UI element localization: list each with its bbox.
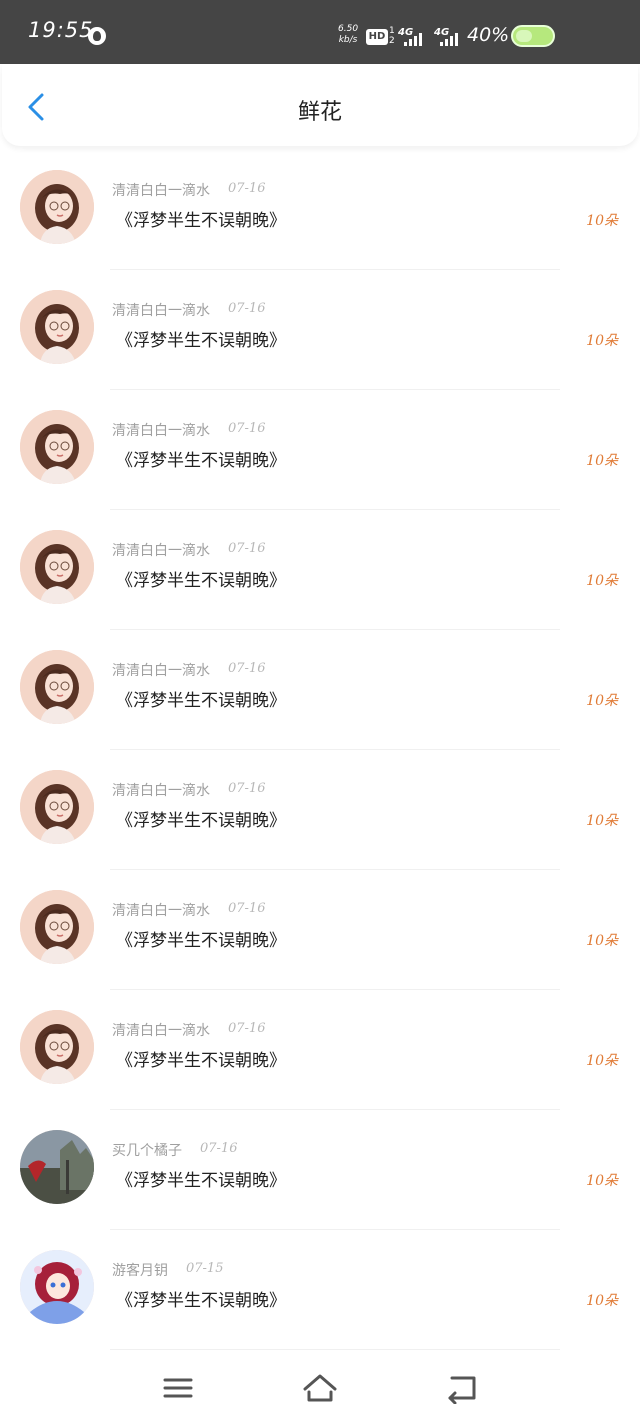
- post-date: 07-16: [228, 781, 266, 796]
- network-type-2: 4G: [434, 27, 450, 38]
- menu-icon: [163, 1378, 193, 1398]
- post-date: 07-16: [228, 901, 266, 916]
- list-item[interactable]: 清清白白一滴水 07-16 《浮梦半生不误朝晚》 10朵: [0, 630, 640, 750]
- user-name[interactable]: 清清白白一滴水: [112, 1020, 210, 1040]
- network-type-1: 4G: [398, 27, 414, 38]
- flower-count: 10朵: [586, 1053, 618, 1069]
- post-title[interactable]: 《浮梦半生不误朝晚》: [116, 206, 286, 231]
- home-icon: [303, 1374, 337, 1402]
- post-title[interactable]: 《浮梦半生不误朝晚》: [116, 926, 286, 951]
- user-name[interactable]: 清清白白一滴水: [112, 780, 210, 800]
- user-name[interactable]: 清清白白一滴水: [112, 180, 210, 200]
- post-title[interactable]: 《浮梦半生不误朝晚》: [116, 1046, 286, 1071]
- hd-sim-1: 1: [389, 26, 395, 36]
- user-name[interactable]: 游客月钥: [112, 1260, 168, 1280]
- status-time: 19:55: [28, 18, 94, 42]
- list-item[interactable]: 清清白白一滴水 07-16 《浮梦半生不误朝晚》 10朵: [0, 750, 640, 870]
- user-name[interactable]: 清清白白一滴水: [112, 420, 210, 440]
- back-icon: [448, 1376, 476, 1405]
- post-title[interactable]: 《浮梦半生不误朝晚》: [116, 686, 286, 711]
- page-title: 鲜花: [297, 100, 342, 125]
- flower-record-list: 清清白白一滴水 07-16 《浮梦半生不误朝晚》 10朵 清清白白一滴水 07-16 《浮梦…: [0, 150, 640, 1350]
- post-title[interactable]: 《浮梦半生不误朝晚》: [116, 806, 286, 831]
- net-speed-unit: kb/s: [338, 35, 358, 45]
- post-date: 07-16: [228, 421, 266, 436]
- user-name[interactable]: 清清白白一滴水: [112, 300, 210, 320]
- net-speed: 6.50 kb/s: [338, 24, 358, 46]
- avatar[interactable]: [20, 290, 94, 364]
- battery-icon: [511, 25, 555, 47]
- post-date: 07-16: [200, 1141, 238, 1156]
- avatar[interactable]: [20, 1250, 94, 1324]
- flower-count: 10朵: [586, 933, 618, 949]
- battery-percent: 40%: [467, 24, 510, 46]
- flower-count: 10朵: [586, 453, 618, 469]
- notification-app-icon: [88, 27, 106, 45]
- flower-count: 10朵: [586, 1173, 618, 1189]
- post-date: 07-15: [186, 1261, 224, 1276]
- post-title[interactable]: 《浮梦半生不误朝晚》: [116, 446, 286, 471]
- net-speed-value: 6.50: [338, 24, 359, 34]
- user-name[interactable]: 清清白白一滴水: [112, 540, 210, 560]
- flower-count: 10朵: [586, 333, 618, 349]
- flower-count: 10朵: [586, 573, 618, 589]
- user-name[interactable]: 买几个橘子: [112, 1140, 182, 1160]
- status-bar: 19:55 6.50 kb/s HD 1 2 4G 4G 40%: [0, 0, 640, 64]
- post-date: 07-16: [228, 541, 266, 556]
- hd-voice-icon: HD: [366, 29, 388, 45]
- user-name[interactable]: 清清白白一滴水: [112, 660, 210, 680]
- list-item[interactable]: 清清白白一滴水 07-16 《浮梦半生不误朝晚》 10朵: [0, 870, 640, 990]
- flower-count: 10朵: [586, 1293, 618, 1309]
- post-date: 07-16: [228, 301, 266, 316]
- flower-count: 10朵: [586, 693, 618, 709]
- list-item[interactable]: 清清白白一滴水 07-16 《浮梦半生不误朝晚》 10朵: [0, 270, 640, 390]
- flower-count: 10朵: [586, 813, 618, 829]
- home-button[interactable]: [302, 1372, 338, 1404]
- list-item[interactable]: 清清白白一滴水 07-16 《浮梦半生不误朝晚》 10朵: [0, 510, 640, 630]
- post-title[interactable]: 《浮梦半生不误朝晚》: [116, 1286, 286, 1311]
- list-item[interactable]: 清清白白一滴水 07-16 《浮梦半生不误朝晚》 10朵: [0, 990, 640, 1110]
- list-item[interactable]: 清清白白一滴水 07-16 《浮梦半生不误朝晚》 10朵: [0, 150, 640, 270]
- list-item[interactable]: 买几个橘子 07-16 《浮梦半生不误朝晚》 10朵: [0, 1110, 640, 1230]
- post-date: 07-16: [228, 181, 266, 196]
- avatar[interactable]: [20, 530, 94, 604]
- menu-button[interactable]: [160, 1372, 196, 1404]
- top-bar: 鲜花: [2, 64, 638, 146]
- system-back-button[interactable]: [444, 1372, 480, 1405]
- post-date: 07-16: [228, 661, 266, 676]
- avatar[interactable]: [20, 650, 94, 724]
- avatar[interactable]: [20, 410, 94, 484]
- hd-sim-index: 1 2: [389, 26, 395, 46]
- avatar[interactable]: [20, 890, 94, 964]
- avatar[interactable]: [20, 1010, 94, 1084]
- hd-sim-2: 2: [389, 36, 395, 46]
- list-item[interactable]: 游客月钥 07-15 《浮梦半生不误朝晚》 10朵: [0, 1230, 640, 1350]
- avatar[interactable]: [20, 170, 94, 244]
- system-navigation-bar: [0, 1350, 640, 1427]
- avatar[interactable]: [20, 770, 94, 844]
- avatar[interactable]: [20, 1130, 94, 1204]
- post-title[interactable]: 《浮梦半生不误朝晚》: [116, 1166, 286, 1191]
- post-date: 07-16: [228, 1021, 266, 1036]
- post-title[interactable]: 《浮梦半生不误朝晚》: [116, 566, 286, 591]
- user-name[interactable]: 清清白白一滴水: [112, 900, 210, 920]
- flower-count: 10朵: [586, 213, 618, 229]
- list-item[interactable]: 清清白白一滴水 07-16 《浮梦半生不误朝晚》 10朵: [0, 390, 640, 510]
- post-title[interactable]: 《浮梦半生不误朝晚》: [116, 326, 286, 351]
